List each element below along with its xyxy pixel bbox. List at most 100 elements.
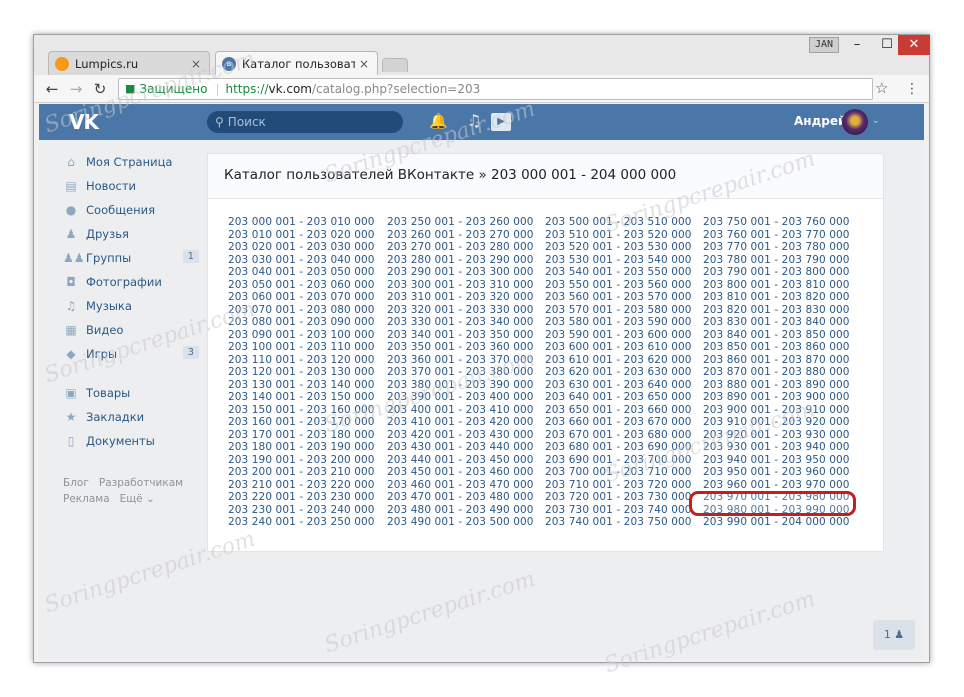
catalog-range-link[interactable]: 203 740 001 - 203 750 000 [545,516,703,529]
catalog-range-link[interactable]: 203 370 001 - 203 380 000 [387,366,545,379]
close-window-button[interactable]: ✕ [898,35,930,55]
catalog-range-link[interactable]: 203 410 001 - 203 420 000 [387,416,545,429]
catalog-range-link[interactable]: 203 470 001 - 203 480 000 [387,491,545,504]
catalog-range-link[interactable]: 203 630 001 - 203 640 000 [545,379,703,392]
sidebar-item-bag[interactable]: ▣ Товары [63,381,199,405]
catalog-range-link[interactable]: 203 040 001 - 203 050 000 [228,266,386,279]
catalog-range-link[interactable]: 203 830 001 - 203 840 000 [703,316,861,329]
catalog-range-link[interactable]: 203 650 001 - 203 660 000 [545,404,703,417]
catalog-range-link[interactable]: 203 160 001 - 203 170 000 [228,416,386,429]
catalog-range-link[interactable]: 203 130 001 - 203 140 000 [228,379,386,392]
catalog-range-link[interactable]: 203 660 001 - 203 670 000 [545,416,703,429]
catalog-range-link[interactable]: 203 450 001 - 203 460 000 [387,466,545,479]
catalog-range-link[interactable]: 203 530 001 - 203 540 000 [545,254,703,267]
catalog-range-link[interactable]: 203 510 001 - 203 520 000 [545,229,703,242]
minimize-button[interactable]: – [842,35,872,55]
catalog-range-link[interactable]: 203 190 001 - 203 200 000 [228,454,386,467]
catalog-range-link[interactable]: 203 030 001 - 203 040 000 [228,254,386,267]
catalog-range-link[interactable]: 203 360 001 - 203 370 000 [387,354,545,367]
catalog-range-link[interactable]: 203 760 001 - 203 770 000 [703,229,861,242]
catalog-range-link[interactable]: 203 390 001 - 203 400 000 [387,391,545,404]
catalog-range-link[interactable]: 203 640 001 - 203 650 000 [545,391,703,404]
catalog-range-link[interactable]: 203 820 001 - 203 830 000 [703,304,861,317]
reload-button[interactable]: ↻ [90,79,110,99]
catalog-range-link[interactable]: 203 290 001 - 203 300 000 [387,266,545,279]
catalog-range-link[interactable]: 203 790 001 - 203 800 000 [703,266,861,279]
back-button[interactable]: ← [42,79,62,99]
footer-link-more[interactable]: Ещё ⌄ [120,493,155,505]
catalog-range-link[interactable]: 203 140 001 - 203 150 000 [228,391,386,404]
catalog-range-link[interactable]: 203 810 001 - 203 820 000 [703,291,861,304]
profile-chip[interactable]: JAN [809,37,839,53]
vk-logo[interactable]: VK [69,110,99,134]
sidebar-item-video[interactable]: ▦ Видео [63,318,199,342]
catalog-range-link[interactable]: 203 890 001 - 203 900 000 [703,391,861,404]
sidebar-item-home[interactable]: ⌂ Моя Страница [63,150,199,174]
browser-menu-icon[interactable]: ⋮ [905,79,919,99]
catalog-range-link[interactable]: 203 580 001 - 203 590 000 [545,316,703,329]
new-tab-button[interactable] [382,58,408,72]
catalog-range-link[interactable]: 203 350 001 - 203 360 000 [387,341,545,354]
sidebar-item-camera[interactable]: ◘ Фотографии [63,270,199,294]
catalog-range-link[interactable]: 203 260 001 - 203 270 000 [387,229,545,242]
catalog-range-link[interactable]: 203 950 001 - 203 960 000 [703,466,861,479]
catalog-range-link[interactable]: 203 380 001 - 203 390 000 [387,379,545,392]
catalog-range-link[interactable]: 203 690 001 - 203 700 000 [545,454,703,467]
catalog-range-link[interactable]: 203 990 001 - 204 000 000 [703,516,861,529]
catalog-range-link[interactable]: 203 240 001 - 203 250 000 [228,516,386,529]
catalog-range-link[interactable]: 203 870 001 - 203 880 000 [703,366,861,379]
catalog-range-link[interactable]: 203 020 001 - 203 030 000 [228,241,386,254]
catalog-range-link[interactable]: 203 460 001 - 203 470 000 [387,479,545,492]
sidebar-item-news[interactable]: ▤ Новости [63,174,199,198]
sidebar-item-games[interactable]: ◆ Игры 3 [63,342,199,366]
catalog-range-link[interactable]: 203 960 001 - 203 970 000 [703,479,861,492]
catalog-range-link[interactable]: 203 120 001 - 203 130 000 [228,366,386,379]
sidebar-item-music[interactable]: ♫ Музыка [63,294,199,318]
catalog-range-link[interactable]: 203 500 001 - 203 510 000 [545,216,703,229]
catalog-range-link[interactable]: 203 610 001 - 203 620 000 [545,354,703,367]
catalog-range-link[interactable]: 203 010 001 - 203 020 000 [228,229,386,242]
forward-button[interactable]: → [66,79,86,99]
catalog-range-link[interactable]: 203 620 001 - 203 630 000 [545,366,703,379]
catalog-range-link[interactable]: 203 900 001 - 203 910 000 [703,404,861,417]
user-name[interactable]: Андрей [794,114,846,128]
catalog-range-link[interactable]: 203 800 001 - 203 810 000 [703,279,861,292]
catalog-range-link[interactable]: 203 100 001 - 203 110 000 [228,341,386,354]
catalog-range-link[interactable]: 203 280 001 - 203 290 000 [387,254,545,267]
catalog-range-link[interactable]: 203 060 001 - 203 070 000 [228,291,386,304]
catalog-range-link[interactable]: 203 270 001 - 203 280 000 [387,241,545,254]
catalog-range-link[interactable]: 203 570 001 - 203 580 000 [545,304,703,317]
sidebar-item-groups[interactable]: ♟♟ Группы 1 [63,246,199,270]
sidebar-item-friends[interactable]: ♟ Друзья [63,222,199,246]
catalog-range-link[interactable]: 203 930 001 - 203 940 000 [703,441,861,454]
catalog-range-link[interactable]: 203 550 001 - 203 560 000 [545,279,703,292]
catalog-range-link[interactable]: 203 170 001 - 203 180 000 [228,429,386,442]
catalog-range-link[interactable]: 203 780 001 - 203 790 000 [703,254,861,267]
catalog-range-link[interactable]: 203 150 001 - 203 160 000 [228,404,386,417]
sidebar-item-messages[interactable]: ● Сообщения [63,198,199,222]
catalog-range-link[interactable]: 203 600 001 - 203 610 000 [545,341,703,354]
sidebar-item-star[interactable]: ★ Закладки [63,405,199,429]
catalog-range-link[interactable]: 203 430 001 - 203 440 000 [387,441,545,454]
catalog-range-link[interactable]: 203 710 001 - 203 720 000 [545,479,703,492]
catalog-range-link[interactable]: 203 910 001 - 203 920 000 [703,416,861,429]
catalog-range-link[interactable]: 203 230 001 - 203 240 000 [228,504,386,517]
footer-link-ads[interactable]: Реклама [63,493,110,505]
catalog-range-link[interactable]: 203 000 001 - 203 010 000 [228,216,386,229]
chevron-down-icon[interactable]: ⌄ [872,116,880,126]
catalog-range-link[interactable]: 203 750 001 - 203 760 000 [703,216,861,229]
bookmark-star-icon[interactable]: ☆ [875,79,888,97]
close-icon[interactable]: × [359,57,371,71]
footer-link-developers[interactable]: Разработчикам [99,477,183,489]
catalog-range-link[interactable]: 203 840 001 - 203 850 000 [703,329,861,342]
tab-vk-catalog[interactable]: в Каталог пользователей × [215,51,378,76]
music-icon[interactable]: ♫ [467,111,481,130]
catalog-range-link[interactable]: 203 480 001 - 203 490 000 [387,504,545,517]
catalog-range-link[interactable]: 203 300 001 - 203 310 000 [387,279,545,292]
catalog-range-link[interactable]: 203 590 001 - 203 600 000 [545,329,703,342]
address-bar[interactable]: ■ Защищено | https:// vk.com /catalog.ph… [118,78,873,100]
tab-lumpics[interactable]: Lumpics.ru × [48,51,210,75]
footer-link-blog[interactable]: Блог [63,477,89,489]
catalog-range-link[interactable]: 203 730 001 - 203 740 000 [545,504,703,517]
bell-icon[interactable]: 🔔 [429,112,448,130]
